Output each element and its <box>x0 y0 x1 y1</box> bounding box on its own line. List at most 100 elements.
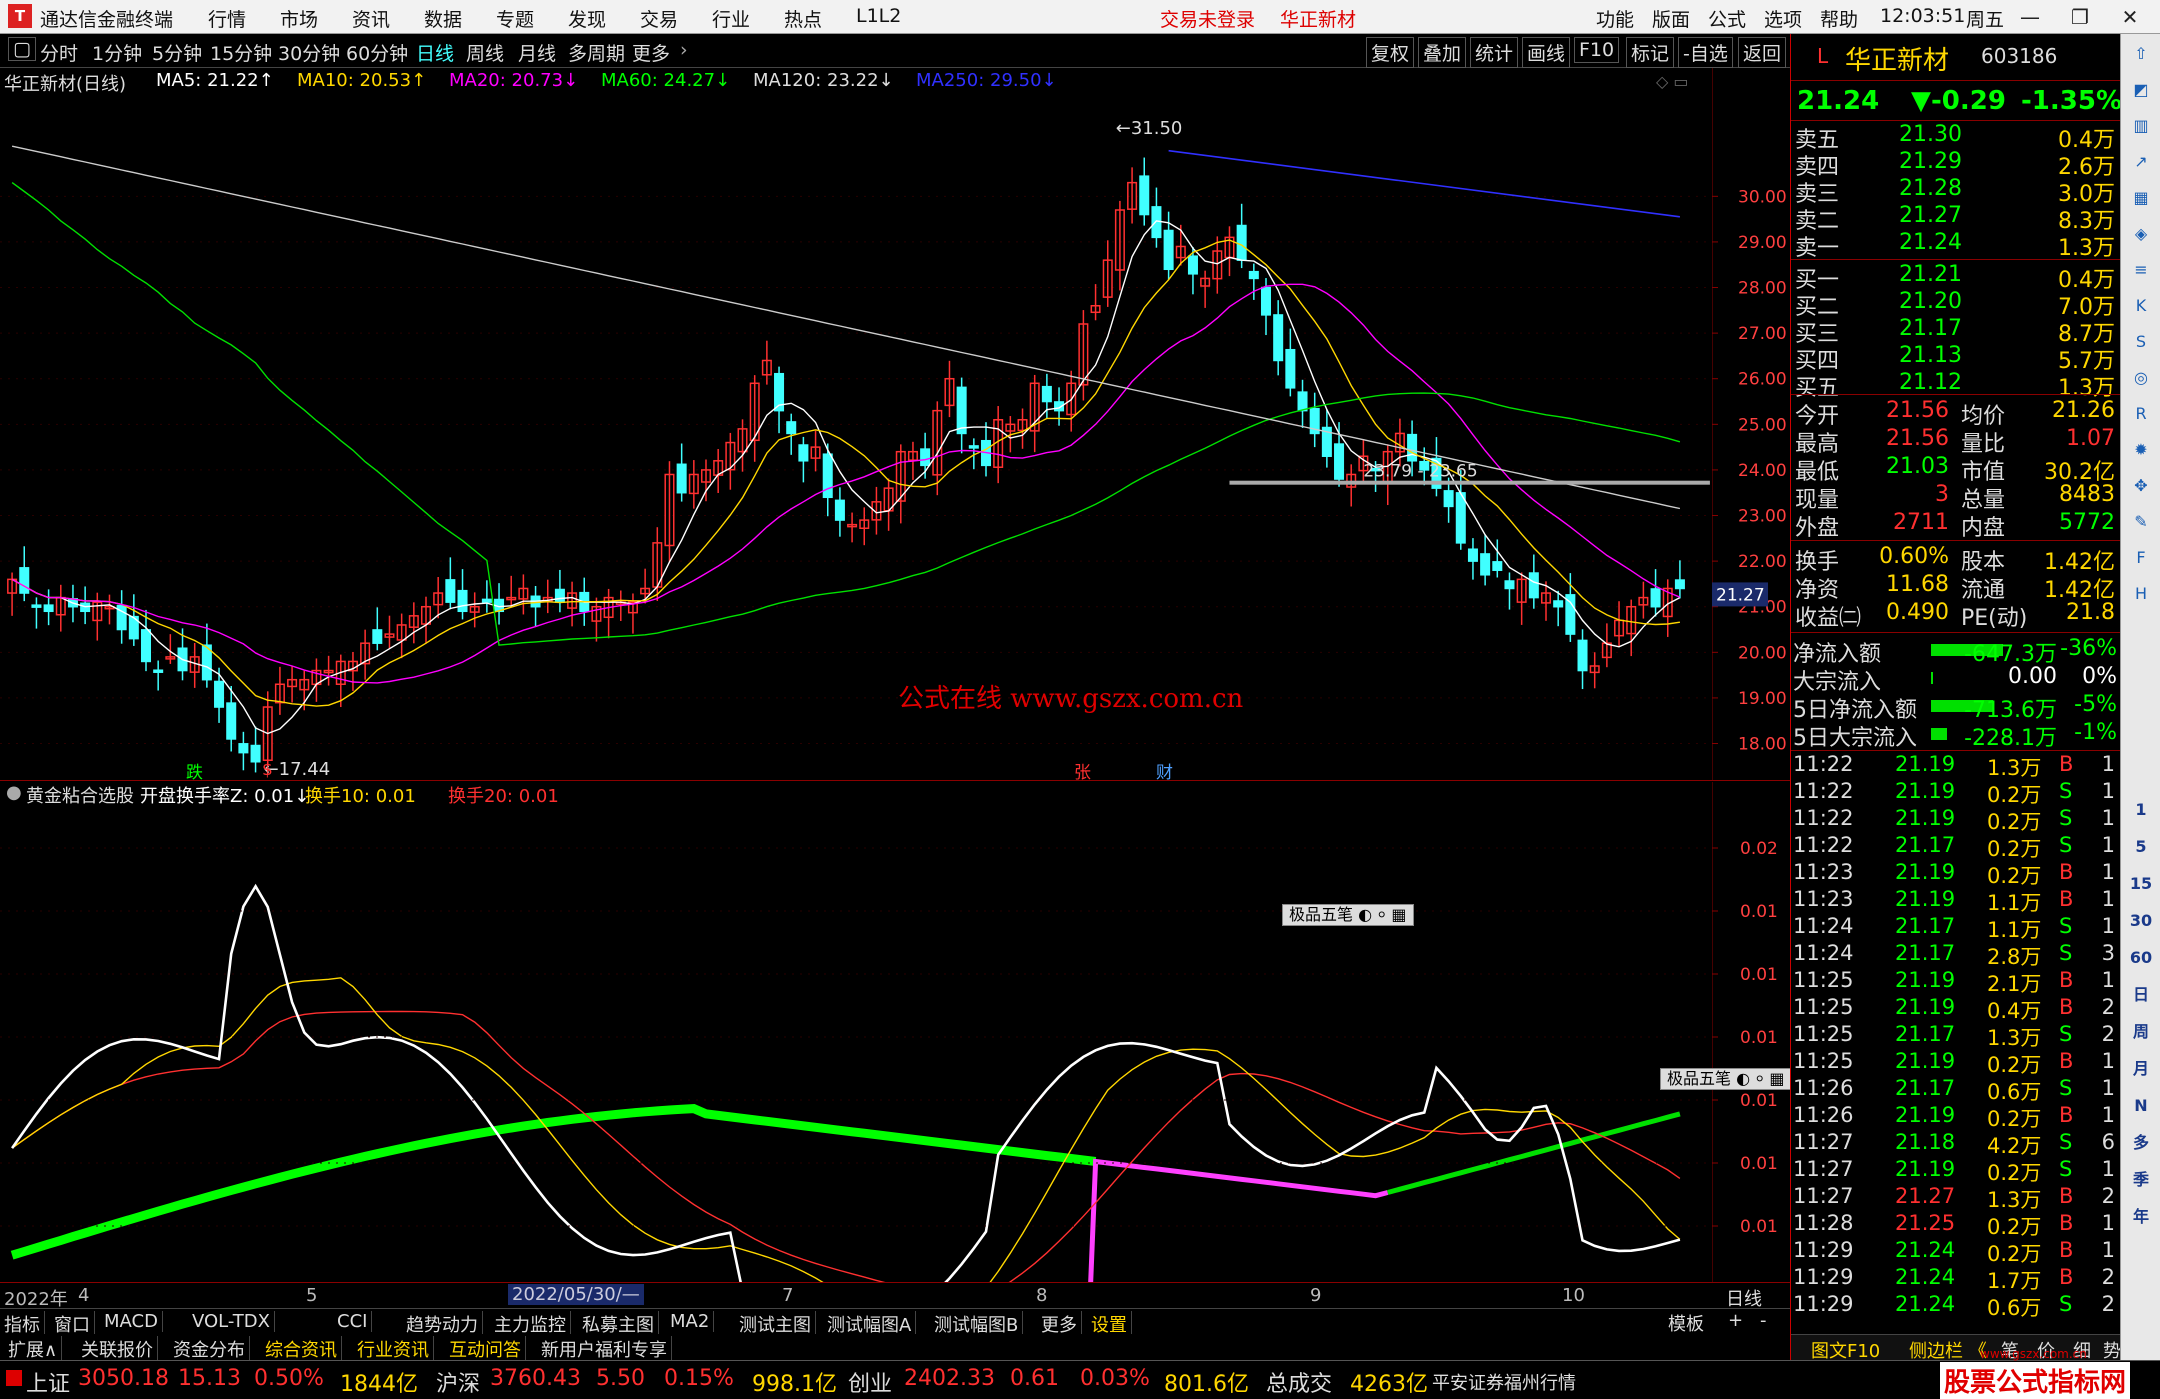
s-icon[interactable]: S <box>2125 326 2157 358</box>
side-period-6[interactable]: 周 <box>2125 1016 2157 1048</box>
period-30min[interactable]: 30分钟 <box>278 39 340 66</box>
side-period-1[interactable]: 5 <box>2125 831 2157 863</box>
candlestick-chart[interactable]: ←31.50 ←17.44 23.79 - 23.65 <box>0 96 1712 780</box>
restore-icon[interactable]: ❐ <box>2060 2 2100 32</box>
f10-button[interactable]: F10 <box>1574 37 1620 63</box>
sh-label[interactable]: 上证 <box>26 1366 70 1398</box>
candle-icon[interactable]: ▥ <box>2125 110 2157 142</box>
template-button[interactable]: 模板 <box>1668 1310 1704 1336</box>
ext-tab-4[interactable]: 行业资讯 <box>353 1336 434 1362</box>
menu-hangye[interactable]: 行业 <box>712 5 750 32</box>
chart-options-icon[interactable]: ◇ ▭ <box>1656 72 1689 91</box>
huaxian-button[interactable]: 画线 <box>1522 37 1571 68</box>
side-period-11[interactable]: 年 <box>2125 1201 2157 1233</box>
menu-redian[interactable]: 热点 <box>784 5 822 32</box>
side-period-10[interactable]: 季 <box>2125 1164 2157 1196</box>
period-multi[interactable]: 多周期 <box>568 39 625 66</box>
menu-gongshi[interactable]: 公式 <box>1708 5 1746 32</box>
move-icon[interactable]: ✥ <box>2125 470 2157 502</box>
globe-icon[interactable]: ◎ <box>2125 362 2157 394</box>
cy-label[interactable]: 创业 <box>848 1366 892 1398</box>
period-more[interactable]: 更多 <box>632 39 670 66</box>
pen-icon[interactable]: ✎ <box>2125 506 2157 538</box>
ext-tab-2[interactable]: 资金分布 <box>169 1336 250 1362</box>
ext-tab-0[interactable]: 扩展∧ <box>4 1336 63 1362</box>
ext-tab-3[interactable]: 综合资讯 <box>261 1336 342 1362</box>
menu-hangqing[interactable]: 行情 <box>208 5 246 32</box>
menu-banmian[interactable]: 版面 <box>1652 5 1690 32</box>
menu-faxian[interactable]: 发现 <box>568 5 606 32</box>
rsi-icon[interactable]: R <box>2125 398 2157 430</box>
zixuan-button[interactable]: -自选 <box>1678 37 1733 68</box>
menu-gongneng[interactable]: 功能 <box>1596 5 1634 32</box>
indicator-tab-2[interactable]: MACD <box>100 1311 163 1332</box>
ext-tab-6[interactable]: 新用户福利专享 <box>537 1336 672 1362</box>
ask-row-0[interactable]: 卖五 21.30 0.4万 <box>1791 122 2121 153</box>
h-icon[interactable]: H <box>2125 578 2157 610</box>
login-status[interactable]: 交易未登录 <box>1160 5 1255 32</box>
minus-button[interactable]: - <box>1760 1310 1767 1331</box>
bid-row-0[interactable]: 买一 21.21 0.4万 <box>1791 262 2121 293</box>
fund-icon[interactable]: ◈ <box>2125 218 2157 250</box>
plus-button[interactable]: + <box>1728 1310 1743 1331</box>
minimize-icon[interactable]: — <box>2010 2 2050 32</box>
indicator-tab-4[interactable]: CCI <box>333 1311 373 1332</box>
fs-icon[interactable]: F <box>2125 542 2157 574</box>
menu-l1l2[interactable]: L1L2 <box>856 5 901 27</box>
period-60min[interactable]: 60分钟 <box>346 39 408 66</box>
period-fenshi[interactable]: 分时 <box>40 39 78 66</box>
indicator-tab-3[interactable]: VOL-TDX <box>188 1311 275 1332</box>
ime-chip-2[interactable]: 极品五笔 ◐ ⸰ ▦ <box>1660 1068 1792 1090</box>
toolbar-menu-icon[interactable]: ▢ <box>8 37 36 61</box>
side-period-8[interactable]: N <box>2125 1090 2157 1122</box>
sz-label[interactable]: 沪深 <box>436 1366 480 1398</box>
ext-tab-5[interactable]: 互动问答 <box>445 1336 526 1362</box>
menu-shuju[interactable]: 数据 <box>424 5 462 32</box>
ask-row-1[interactable]: 卖四 21.29 2.6万 <box>1791 149 2121 180</box>
tongji-button[interactable]: 统计 <box>1470 37 1519 68</box>
menu-zhuanti[interactable]: 专题 <box>496 5 534 32</box>
menu-zixun[interactable]: 资讯 <box>352 5 390 32</box>
bid-row-2[interactable]: 买三 21.17 8.7万 <box>1791 316 2121 347</box>
radar-icon[interactable]: ✹ <box>2125 434 2157 466</box>
menu-xuanxiang[interactable]: 选项 <box>1764 5 1802 32</box>
side-period-3[interactable]: 30 <box>2125 905 2157 937</box>
up-arrow-icon[interactable]: ⇧ <box>2125 38 2157 70</box>
period-daily[interactable]: 日线 <box>416 39 454 66</box>
period-weekly[interactable]: 周线 <box>466 39 504 66</box>
trend-icon[interactable]: ↗ <box>2125 146 2157 178</box>
side-period-7[interactable]: 月 <box>2125 1053 2157 1085</box>
bar-icon[interactable]: ▦ <box>2125 182 2157 214</box>
side-period-5[interactable]: 日 <box>2125 979 2157 1011</box>
ime-chip-1[interactable]: 极品五笔 ◐ ⸰ ▦ <box>1282 904 1414 926</box>
period-1min[interactable]: 1分钟 <box>92 39 142 66</box>
bid-row-4[interactable]: 买五 21.12 1.3万 <box>1791 370 2121 401</box>
menu-bangzhu[interactable]: 帮助 <box>1820 5 1858 32</box>
close-icon[interactable]: ✕ <box>2110 2 2150 32</box>
back-button[interactable]: 返回 <box>1738 37 1787 68</box>
period-monthly[interactable]: 月线 <box>518 39 556 66</box>
side-period-0[interactable]: 1 <box>2125 794 2157 826</box>
menu-jiaoyi[interactable]: 交易 <box>640 5 678 32</box>
period-15min[interactable]: 15分钟 <box>210 39 272 66</box>
biaoji-button[interactable]: 标记 <box>1626 37 1675 68</box>
ext-tab-1[interactable]: 关联报价 <box>77 1336 158 1362</box>
bid-row-1[interactable]: 买二 21.20 7.0万 <box>1791 289 2121 320</box>
k-icon[interactable]: K <box>2125 290 2157 322</box>
ask-row-3[interactable]: 卖二 21.27 8.3万 <box>1791 203 2121 234</box>
side-period-4[interactable]: 60 <box>2125 942 2157 974</box>
chevron-right-icon[interactable]: › <box>680 39 688 61</box>
side-period-2[interactable]: 15 <box>2125 868 2157 900</box>
menu-shichang[interactable]: 市场 <box>280 5 318 32</box>
indicator-chart[interactable] <box>0 806 1712 1282</box>
indicator-collapse-icon[interactable]: ● <box>6 782 22 803</box>
bid-row-3[interactable]: 买四 21.13 5.7万 <box>1791 343 2121 374</box>
ask-row-4[interactable]: 卖一 21.24 1.3万 <box>1791 230 2121 261</box>
period-5min[interactable]: 5分钟 <box>152 39 202 66</box>
list-icon[interactable]: ≡ <box>2125 254 2157 286</box>
diejia-button[interactable]: 叠加 <box>1418 37 1467 68</box>
fuquan-button[interactable]: 复权 <box>1366 37 1415 68</box>
indicator-tab-8[interactable]: MA2 <box>666 1311 715 1332</box>
ask-row-2[interactable]: 卖三 21.28 3.0万 <box>1791 176 2121 207</box>
side-period-9[interactable]: 多 <box>2125 1127 2157 1159</box>
